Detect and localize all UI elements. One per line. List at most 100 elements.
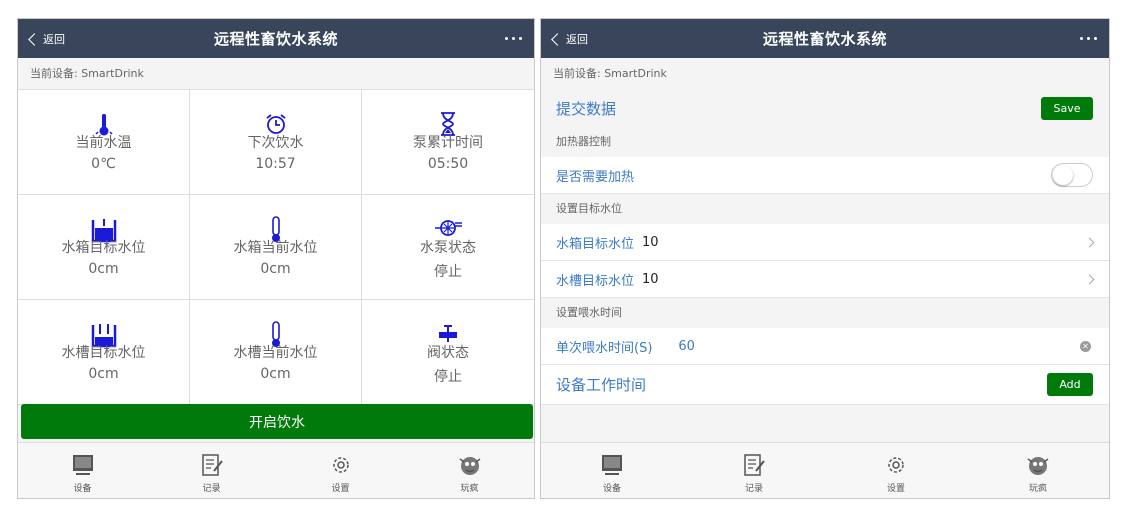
tab-device[interactable]: 设备 bbox=[541, 443, 683, 498]
chevron-left-icon bbox=[551, 32, 564, 46]
gear-icon bbox=[888, 457, 904, 473]
dashboard-screen: 返回 远程性畜饮水系统 当前设备: SmartDrink 当前水温 0℃ 下次饮… bbox=[17, 18, 535, 499]
tab-label: 玩疯 bbox=[460, 484, 479, 494]
pump-status-cell: 水泵状态 停止 bbox=[362, 195, 534, 300]
cell-value: 0cm bbox=[260, 366, 291, 382]
pump-time-cell: 泵累计时间 05:50 bbox=[362, 90, 534, 195]
work-time-row: 设备工作时间 Add bbox=[541, 365, 1109, 405]
add-button[interactable]: Add bbox=[1047, 373, 1093, 396]
submit-data-label: 提交数据 bbox=[556, 100, 617, 118]
status-grid: 当前水温 0℃ 下次饮水 10:57 泵累计时间 05:50 水箱目标水位 0c… bbox=[18, 90, 534, 405]
start-drink-button[interactable]: 开启饮水 bbox=[21, 404, 533, 439]
tab-label: 记录 bbox=[744, 484, 763, 494]
tank-current-cell: 水箱当前水位 0cm bbox=[190, 195, 362, 300]
monitor-icon bbox=[72, 455, 93, 475]
more-dot-icon bbox=[1087, 37, 1090, 40]
current-device: 当前设备: SmartDrink bbox=[18, 58, 534, 90]
work-time-label: 设备工作时间 bbox=[556, 376, 647, 394]
cell-label: 泵累计时间 bbox=[413, 135, 483, 151]
heat-toggle[interactable] bbox=[1051, 163, 1093, 187]
screenshot-root: 返回 远程性畜饮水系统 当前设备: SmartDrink 当前水温 0℃ 下次饮… bbox=[0, 0, 1128, 509]
cell-value: 0cm bbox=[88, 261, 119, 277]
more-menu-button[interactable] bbox=[1080, 19, 1097, 58]
cell-label: 水泵状态 bbox=[420, 240, 476, 256]
cell-value: 05:50 bbox=[427, 156, 469, 172]
clear-icon[interactable]: ✕ bbox=[1080, 340, 1091, 352]
tab-bar: 设备 记录 设置 玩疯 bbox=[18, 442, 534, 498]
next-drink-cell: 下次饮水 10:57 bbox=[190, 90, 362, 195]
cell-label: 水槽当前水位 bbox=[233, 345, 318, 361]
back-button[interactable]: 返回 bbox=[551, 19, 588, 58]
tank-target-cell: 水箱目标水位 0cm bbox=[18, 195, 190, 300]
cell-value: 0℃ bbox=[91, 156, 116, 172]
tab-record[interactable]: 记录 bbox=[683, 443, 825, 498]
tab-label: 设置 bbox=[331, 484, 350, 494]
trough-current-cell: 水槽当前水位 0cm bbox=[190, 300, 362, 405]
tab-label: 玩疯 bbox=[1028, 484, 1047, 494]
heater-section-header: 加热器控制 bbox=[556, 135, 611, 148]
tab-label: 记录 bbox=[202, 484, 221, 494]
back-button[interactable]: 返回 bbox=[28, 19, 65, 58]
toggle-knob bbox=[1053, 165, 1073, 185]
page-title: 远程性畜饮水系统 bbox=[213, 30, 338, 48]
cell-value: 10:57 bbox=[255, 156, 296, 172]
monitor-icon bbox=[602, 455, 622, 475]
tab-fun[interactable]: 玩疯 bbox=[967, 443, 1109, 498]
mascot-icon bbox=[459, 457, 480, 475]
cell-label: 水槽目标水位 bbox=[61, 345, 146, 361]
save-button[interactable]: Save bbox=[1041, 97, 1093, 120]
cell-label: 水箱当前水位 bbox=[233, 240, 318, 256]
tab-record[interactable]: 记录 bbox=[147, 443, 276, 498]
cell-label: 当前水温 bbox=[75, 135, 132, 151]
valve-icon bbox=[439, 325, 457, 342]
cell-label: 下次饮水 bbox=[247, 135, 304, 151]
notepad-icon bbox=[201, 454, 223, 476]
nav-bar: 返回 远程性畜饮水系统 bbox=[541, 19, 1109, 58]
notepad-icon bbox=[744, 454, 765, 476]
cell-label: 水箱目标水位 bbox=[61, 240, 146, 256]
tab-bar: 设备 记录 设置 玩疯 bbox=[541, 442, 1109, 498]
cell-value: 0cm bbox=[88, 366, 119, 382]
more-dot-icon bbox=[1080, 37, 1083, 40]
more-menu-button[interactable] bbox=[505, 19, 522, 58]
chevron-right-icon bbox=[1084, 274, 1095, 284]
tank-target-value: 10 bbox=[642, 234, 659, 250]
gear-icon bbox=[332, 457, 349, 473]
tab-label: 设备 bbox=[73, 484, 92, 494]
settings-screen: 返回 远程性畜饮水系统 当前设备: SmartDrink 提交数据 Save 加… bbox=[540, 18, 1110, 499]
more-dot-icon bbox=[505, 37, 508, 40]
nav-bar: 返回 远程性畜饮水系统 bbox=[18, 19, 534, 58]
valve-status-cell: 阀状态 停止 bbox=[362, 300, 534, 405]
more-dot-icon bbox=[512, 37, 515, 40]
trough-target-row[interactable]: 水槽目标水位 10 bbox=[541, 261, 1109, 298]
tab-settings[interactable]: 设置 bbox=[825, 443, 967, 498]
trough-target-cell: 水槽目标水位 0cm bbox=[18, 300, 190, 405]
more-dot-icon bbox=[1094, 37, 1097, 40]
tab-settings[interactable]: 设置 bbox=[276, 443, 405, 498]
target-level-section-header: 设置目标水位 bbox=[556, 202, 622, 215]
tab-fun[interactable]: 玩疯 bbox=[405, 443, 534, 498]
heat-row: 是否需要加热 bbox=[541, 157, 1109, 194]
chevron-left-icon bbox=[28, 32, 41, 46]
heat-label: 是否需要加热 bbox=[556, 169, 635, 185]
back-label: 返回 bbox=[566, 32, 588, 46]
trough-target-value: 10 bbox=[642, 271, 659, 287]
tab-label: 设置 bbox=[886, 484, 905, 494]
tank-target-label: 水箱目标水位 bbox=[556, 236, 635, 252]
pump-icon bbox=[435, 220, 462, 236]
submit-row: 提交数据 Save bbox=[541, 90, 1109, 127]
mascot-icon bbox=[1027, 457, 1049, 475]
cell-label: 阀状态 bbox=[427, 345, 469, 361]
chevron-right-icon bbox=[1084, 237, 1095, 247]
cell-value: 停止 bbox=[434, 264, 462, 280]
feed-time-input[interactable]: 60 bbox=[678, 339, 695, 354]
feed-time-label: 单次喂水时间(S) bbox=[556, 340, 653, 356]
current-device: 当前设备: SmartDrink bbox=[541, 58, 1109, 90]
back-label: 返回 bbox=[43, 32, 65, 46]
feed-time-section-header: 设置喂水时间 bbox=[556, 306, 622, 319]
tank-target-row[interactable]: 水箱目标水位 10 bbox=[541, 224, 1109, 261]
tab-label: 设备 bbox=[602, 484, 621, 494]
feed-time-row: 单次喂水时间(S) 60 ✕ bbox=[541, 328, 1109, 365]
water-temp-cell: 当前水温 0℃ bbox=[18, 90, 190, 195]
tab-device[interactable]: 设备 bbox=[18, 443, 147, 498]
